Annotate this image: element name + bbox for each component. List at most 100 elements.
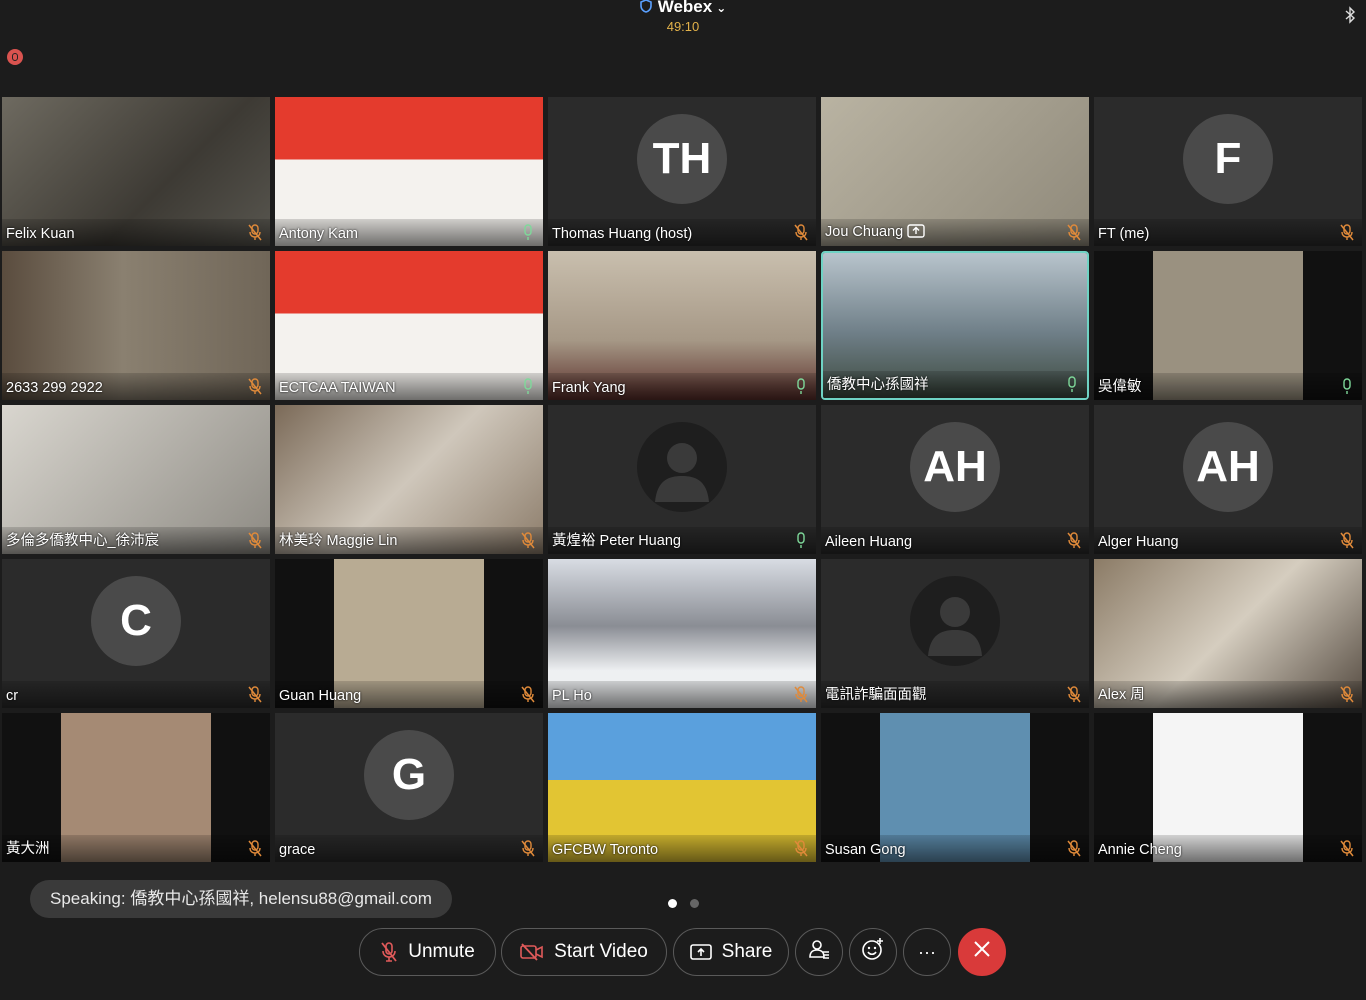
sharing-icon	[907, 224, 925, 242]
participant-tile[interactable]: 吳偉敏	[1094, 251, 1362, 400]
participant-tile[interactable]: ECTCAA TAIWAN	[275, 251, 543, 400]
participant-name: Frank Yang	[552, 380, 626, 396]
participant-name: Aileen Huang	[825, 534, 913, 550]
mic-on-icon	[1340, 378, 1354, 395]
video-off-icon	[520, 943, 544, 961]
leave-meeting-button[interactable]	[958, 928, 1006, 976]
participant-name: 黃煌裕 Peter Huang	[552, 533, 681, 549]
mic-muted-icon	[794, 686, 808, 703]
participant-name: Alex 周	[1098, 687, 1145, 703]
mic-muted-icon	[248, 686, 262, 703]
avatar-initials: AH	[1183, 422, 1273, 512]
participant-name: Antony Kam	[279, 226, 358, 242]
participant-name: cr	[6, 688, 19, 704]
avatar-initials: TH	[637, 114, 727, 204]
share-label: Share	[721, 941, 773, 962]
participant-tile[interactable]: 僑教中心孫國祥	[821, 251, 1089, 400]
participant-tile[interactable]: 黃煌裕 Peter Huang	[548, 405, 816, 554]
nameplate	[2, 681, 270, 708]
participant-name: Alger Huang	[1098, 534, 1179, 550]
mic-on-icon	[1065, 376, 1079, 393]
participant-name: Susan Gong	[825, 842, 906, 858]
avatar-initials: C	[91, 576, 181, 666]
mic-off-icon	[380, 941, 398, 963]
participant-name: Thomas Huang (host)	[552, 226, 693, 242]
participant-name: 電訊詐騙面面觀	[825, 687, 927, 703]
title-bar: Webex ⌄ 49:10	[0, 0, 1366, 40]
mic-muted-icon	[794, 840, 808, 857]
participant-tile[interactable]: GFCBW Toronto	[548, 713, 816, 862]
default-avatar-icon	[910, 576, 1000, 666]
participant-name: ECTCAA TAIWAN	[279, 380, 396, 396]
participant-tile[interactable]: AH Aileen Huang	[821, 405, 1089, 554]
share-button[interactable]: Share	[673, 928, 789, 976]
participant-tile[interactable]: PL Ho	[548, 559, 816, 708]
avatar-initials: F	[1183, 114, 1273, 204]
mic-muted-icon	[1340, 686, 1354, 703]
participant-tile[interactable]: Susan Gong	[821, 713, 1089, 862]
unmute-label: Unmute	[408, 941, 475, 962]
mic-on-icon	[794, 532, 808, 549]
reactions-icon	[861, 937, 885, 967]
participant-tile[interactable]: Annie Cheng	[1094, 713, 1362, 862]
app-title-text: Webex	[657, 0, 713, 16]
participant-tile[interactable]: 2633 299 2922	[2, 251, 270, 400]
avatar-initials: AH	[910, 422, 1000, 512]
unmute-button[interactable]: Unmute	[359, 928, 496, 976]
participants-button[interactable]	[795, 928, 843, 976]
participant-tile[interactable]: 黃大洲	[2, 713, 270, 862]
page-dot-1[interactable]	[668, 899, 677, 908]
active-speaker-banner: Speaking: 僑教中心孫國祥, helensu88@gmail.com	[30, 880, 452, 918]
bluetooth-icon	[1344, 6, 1356, 29]
mic-muted-icon	[248, 840, 262, 857]
share-icon	[689, 943, 712, 961]
participant-name: grace	[279, 842, 316, 858]
participant-tile[interactable]: Frank Yang	[548, 251, 816, 400]
meeting-timer: 49:10	[666, 19, 700, 34]
participant-tile[interactable]: TH Thomas Huang (host)	[548, 97, 816, 246]
mic-muted-icon	[521, 840, 535, 857]
mic-muted-icon	[1067, 686, 1081, 703]
start-video-label: Start Video	[554, 941, 648, 962]
participant-tile[interactable]: 林美玲 Maggie Lin	[275, 405, 543, 554]
page-indicator[interactable]	[668, 895, 712, 913]
mic-muted-icon	[1067, 224, 1081, 241]
mic-muted-icon	[521, 532, 535, 549]
mic-muted-icon	[521, 686, 535, 703]
participants-icon	[807, 937, 831, 967]
video-grid: Felix Kuan Antony Kam TH Thomas Huang (host…	[2, 97, 1364, 865]
participant-tile[interactable]: AH Alger Huang	[1094, 405, 1362, 554]
more-options-button[interactable]: ···	[903, 928, 951, 976]
participant-tile[interactable]: Ggrace	[275, 713, 543, 862]
participant-tile[interactable]: F FT (me)	[1094, 97, 1362, 246]
participant-tile[interactable]: 多倫多僑教中心_徐沛宸	[2, 405, 270, 554]
participant-tile[interactable]: Antony Kam	[275, 97, 543, 246]
mic-muted-icon	[1340, 840, 1354, 857]
participant-tile[interactable]: 電訊詐騙面面觀	[821, 559, 1089, 708]
participant-tile[interactable]: Ccr	[2, 559, 270, 708]
participant-name: GFCBW Toronto	[552, 842, 659, 858]
avatar-initials: G	[364, 730, 454, 820]
mic-off-indicator-icon	[7, 49, 23, 65]
close-icon	[972, 939, 992, 965]
mic-muted-icon	[248, 378, 262, 395]
shield-icon	[639, 0, 652, 18]
default-avatar-icon	[637, 422, 727, 512]
participant-tile[interactable]: Guan Huang	[275, 559, 543, 708]
reactions-button[interactable]	[849, 928, 897, 976]
participant-name: 多倫多僑教中心_徐沛宸	[6, 533, 160, 549]
participant-name: FT (me)	[1098, 226, 1150, 242]
participant-name: PL Ho	[552, 688, 592, 704]
mic-muted-icon	[248, 532, 262, 549]
page-dot-2[interactable]	[690, 899, 699, 908]
start-video-button[interactable]: Start Video	[501, 928, 667, 976]
mic-on-icon	[794, 378, 808, 395]
mic-muted-icon	[1067, 532, 1081, 549]
participant-name: Guan Huang	[279, 688, 362, 704]
mic-muted-icon	[1340, 532, 1354, 549]
participant-tile[interactable]: Alex 周	[1094, 559, 1362, 708]
participant-tile[interactable]: Felix Kuan	[2, 97, 270, 246]
app-title[interactable]: Webex ⌄	[0, 0, 1366, 18]
participant-tile[interactable]: Jou Chuang	[821, 97, 1089, 246]
participant-name: Felix Kuan	[6, 226, 75, 242]
